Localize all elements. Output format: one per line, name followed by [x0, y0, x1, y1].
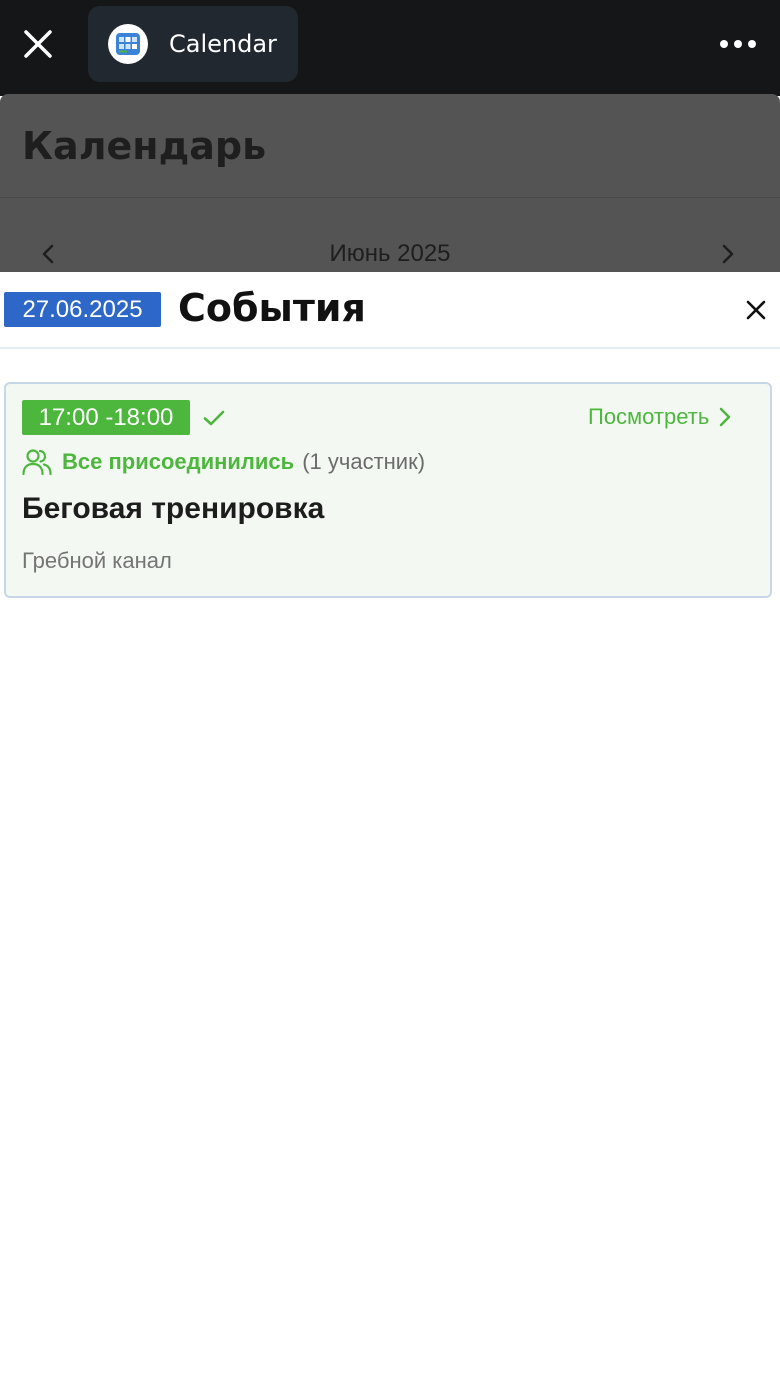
app-title: Calendar [169, 30, 277, 58]
sheet-header: 27.06.2025 События [0, 272, 780, 349]
calendar-app-icon [108, 24, 148, 64]
close-icon [746, 300, 766, 320]
event-name: Беговая тренировка [22, 492, 325, 525]
app-chip[interactable]: Calendar [88, 6, 298, 82]
app-top-bar: Calendar [0, 0, 780, 96]
calendar-background-page: Календарь Июнь 2025 [0, 94, 780, 272]
more-dot-icon [734, 40, 742, 48]
users-icon [22, 449, 52, 476]
event-location: Гребной канал [22, 548, 172, 573]
view-event-link[interactable]: Посмотреть [588, 404, 731, 430]
close-icon [24, 30, 52, 58]
event-card[interactable]: 17:00 -18:00 Посмотреть Все присоединили… [4, 382, 772, 598]
joined-status: Все присоединились [62, 449, 295, 474]
more-options-button[interactable] [708, 24, 768, 64]
chevron-right-icon[interactable] [718, 242, 738, 266]
more-dot-icon [748, 40, 756, 48]
chevron-right-icon [720, 407, 731, 427]
calendar-page-title: Календарь [22, 124, 267, 168]
events-sheet: 27.06.2025 События 17:00 -18:00 Посмотре… [0, 272, 780, 1380]
date-badge: 27.06.2025 [4, 292, 161, 327]
divider [0, 197, 780, 198]
participants-row: Все присоединились (1 участник) [22, 448, 425, 476]
sheet-title: События [178, 286, 366, 330]
view-link-label: Посмотреть [588, 404, 710, 429]
close-sheet-button[interactable] [738, 292, 774, 328]
more-dot-icon [720, 40, 728, 48]
participants-count: (1 участник) [302, 449, 426, 474]
event-time-badge: 17:00 -18:00 [22, 400, 190, 435]
check-icon [203, 410, 225, 426]
month-label: Июнь 2025 [329, 240, 451, 267]
close-app-button[interactable] [14, 20, 62, 68]
